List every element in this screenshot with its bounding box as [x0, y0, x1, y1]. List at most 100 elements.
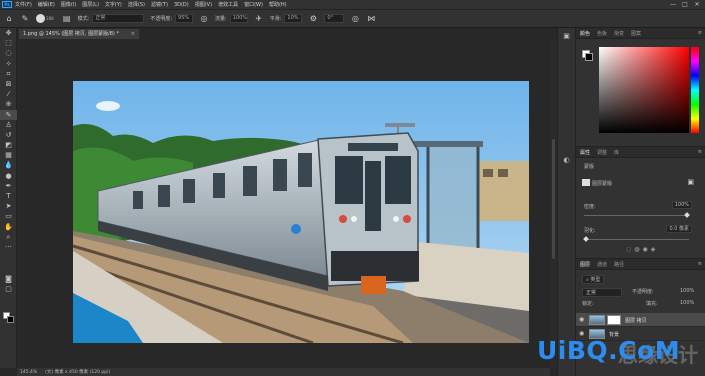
pixel-mask-icon[interactable]: ▣	[687, 178, 694, 186]
tab-swatches[interactable]: 色板	[597, 30, 607, 37]
menu-3d[interactable]: 3D(D)	[174, 2, 189, 8]
symmetry-icon[interactable]: ⋈	[366, 14, 376, 24]
menu-type[interactable]: 文字(Y)	[105, 1, 122, 8]
path-select-tool-icon[interactable]: ➤	[0, 201, 17, 211]
color-panel-tabs: 颜色 色板 渐变 图案 ≡	[576, 28, 705, 39]
type-tool-icon[interactable]: T	[0, 191, 17, 201]
layer-name[interactable]: 图层 拷贝	[625, 317, 647, 324]
tab-adjustments[interactable]: 调整	[597, 149, 607, 156]
scrollbar-thumb[interactable]	[552, 139, 555, 259]
layer-mask-thumbnail[interactable]	[607, 315, 621, 325]
menu-view[interactable]: 视图(V)	[195, 1, 212, 8]
pressure-opacity-icon[interactable]: ◎	[199, 14, 209, 24]
background-color-swatch[interactable]	[7, 316, 14, 323]
visibility-eye-icon[interactable]: ◉	[579, 316, 584, 323]
menu-file[interactable]: 文件(F)	[15, 1, 32, 8]
menu-image[interactable]: 图像(I)	[61, 1, 76, 8]
history-brush-tool-icon[interactable]: ↺	[0, 130, 17, 140]
clone-stamp-tool-icon[interactable]: ♙	[0, 120, 17, 130]
flow-field[interactable]: 100%	[229, 14, 248, 23]
eyedropper-tool-icon[interactable]: ⁄	[0, 89, 17, 99]
blur-tool-icon[interactable]: 💧	[0, 160, 17, 170]
close-tab-icon[interactable]: ×	[131, 29, 135, 39]
lasso-tool-icon[interactable]: ◌	[0, 48, 17, 58]
panel-menu-icon[interactable]: ≡	[698, 261, 702, 267]
train-photo[interactable]	[73, 81, 529, 343]
history-panel-icon[interactable]: ▣	[558, 32, 575, 40]
density-slider[interactable]	[584, 212, 690, 218]
home-icon[interactable]: ⌂	[4, 14, 14, 24]
eraser-tool-icon[interactable]: ◩	[0, 140, 17, 150]
menu-filter[interactable]: 滤镜(T)	[151, 1, 168, 8]
quick-mask-icon[interactable]: ◙	[0, 274, 17, 284]
hand-tool-icon[interactable]: ✋	[0, 222, 17, 232]
gradient-tool-icon[interactable]: ▦	[0, 150, 17, 160]
menu-help[interactable]: 帮助(H)	[269, 1, 287, 8]
healing-brush-tool-icon[interactable]: ⊕	[0, 99, 17, 109]
menu-window[interactable]: 窗口(W)	[244, 1, 263, 8]
vertical-scrollbar[interactable]	[550, 39, 557, 368]
menu-edit[interactable]: 编辑(E)	[38, 1, 55, 8]
angle-field[interactable]: 0°	[324, 14, 345, 23]
rectangle-tool-icon[interactable]: ▭	[0, 211, 17, 221]
quick-select-tool-icon[interactable]: ✧	[0, 59, 17, 69]
screen-mode-icon[interactable]: ▢	[0, 284, 17, 294]
menu-select[interactable]: 选择(S)	[128, 1, 145, 8]
crop-tool-icon[interactable]: ⌗	[0, 69, 17, 79]
maximize-button[interactable]: □	[679, 1, 691, 8]
layer-opacity-field[interactable]: 100%	[680, 288, 694, 294]
tab-color[interactable]: 颜色	[580, 30, 590, 37]
mode-select[interactable]: 正常	[92, 14, 145, 23]
layer-filter-kind[interactable]: ⌕ 类型	[582, 275, 605, 284]
dodge-tool-icon[interactable]: ●	[0, 171, 17, 181]
close-window-button[interactable]: ✕	[691, 1, 703, 8]
tab-layers[interactable]: 图层	[580, 261, 590, 268]
mask-action-icons[interactable]: ◌◍◉◈	[626, 246, 658, 253]
document-info[interactable]: (文) 像素 x 450 像素 (120 ppi)	[45, 369, 110, 375]
marquee-tool-icon[interactable]: ⬚	[0, 38, 17, 48]
zoom-level[interactable]: 145.4%	[20, 370, 37, 375]
document-tab[interactable]: 1.png @ 145% (图层 拷贝, 图层蒙版/8) * ×	[19, 29, 139, 39]
opacity-field[interactable]: 95%	[175, 14, 194, 23]
airbrush-icon[interactable]: ✈	[254, 14, 264, 24]
move-tool-icon[interactable]: ✥	[0, 28, 17, 38]
zoom-tool-icon[interactable]: ⌕	[0, 232, 17, 242]
gear-icon[interactable]: ⚙	[308, 14, 318, 24]
feather-slider-knob[interactable]	[583, 236, 589, 242]
brush-tool-icon[interactable]: ✎	[0, 109, 17, 120]
pen-tool-icon[interactable]: ✒	[0, 181, 17, 191]
tab-libraries[interactable]: 库	[614, 149, 619, 156]
adjustments-panel-icon[interactable]: ◐	[558, 156, 575, 164]
density-slider-knob[interactable]	[684, 212, 690, 218]
more-tools-icon[interactable]: ···	[0, 242, 17, 252]
hue-slider[interactable]	[691, 47, 699, 133]
canvas-area[interactable]	[17, 39, 550, 368]
tools-panel: ✥ ⬚ ◌ ✧ ⌗ ⊠ ⁄ ⊕ ✎ ♙ ↺ ◩ ▦ 💧 ● ✒ T ➤ ▭ ✋ …	[0, 28, 17, 368]
frame-tool-icon[interactable]: ⊠	[0, 79, 17, 89]
brush-settings-icon[interactable]: ▤	[62, 14, 72, 24]
color-picker-field[interactable]	[599, 47, 689, 133]
blend-mode-select[interactable]: 正常	[582, 288, 622, 297]
brush-tool-icon[interactable]: ✎	[20, 14, 30, 24]
pressure-size-icon[interactable]: ◎	[350, 14, 360, 24]
minimize-button[interactable]: —	[667, 1, 679, 8]
brush-preset-picker[interactable]	[36, 14, 45, 23]
tab-paths[interactable]: 路径	[614, 261, 624, 268]
background-color-chip[interactable]	[585, 53, 593, 61]
panel-menu-icon[interactable]: ≡	[698, 149, 702, 155]
tab-patterns[interactable]: 图案	[631, 30, 641, 37]
menu-layer[interactable]: 图层(L)	[82, 1, 99, 8]
tab-channels[interactable]: 通道	[597, 261, 607, 268]
menu-plugins[interactable]: 增效工具	[218, 1, 238, 8]
tab-gradients[interactable]: 渐变	[614, 30, 624, 37]
color-panel: 颜色 色板 渐变 图案 ≡	[576, 28, 705, 146]
mask-thumbnail	[582, 179, 590, 186]
tab-properties[interactable]: 属性	[580, 149, 590, 156]
fill-field[interactable]: 100%	[680, 300, 694, 306]
density-field[interactable]: 100%	[671, 201, 692, 209]
panel-menu-icon[interactable]: ≡	[698, 30, 702, 36]
layer-row[interactable]: ◉ 图层 拷贝	[576, 313, 705, 327]
smoothing-field[interactable]: 10%	[284, 14, 303, 23]
feather-field[interactable]: 0.0 像素	[666, 225, 692, 233]
feather-slider[interactable]	[583, 236, 689, 242]
